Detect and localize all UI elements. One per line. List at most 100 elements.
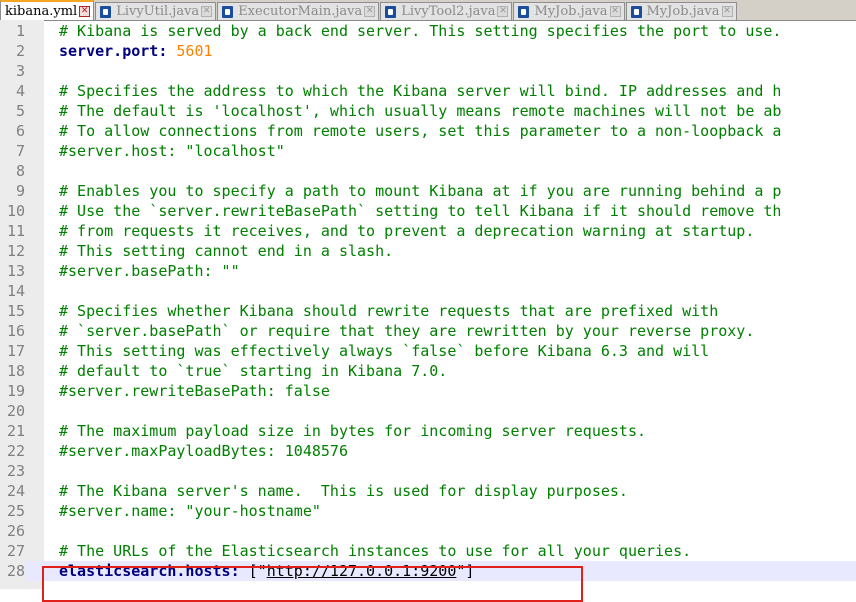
file-icon [222, 5, 234, 18]
token-key: elasticsearch.hosts: [59, 562, 240, 580]
line-number: 9 [15, 182, 25, 200]
code-line[interactable]: 21 # The maximum payload size in bytes fo… [0, 421, 856, 441]
line-number: 25 [6, 502, 25, 520]
code-editor[interactable]: 1 # Kibana is served by a back end server… [0, 20, 856, 602]
tab-livyutil-java[interactable]: LivyUtil.java ✕ [95, 2, 217, 20]
code-text: # default to `true` starting in Kibana 7… [59, 361, 447, 381]
tab-label: LivyUtil.java [116, 4, 200, 19]
code-text: # Use the `server.rewriteBasePath` setti… [59, 201, 781, 221]
line-number: 21 [6, 422, 25, 440]
line-number: 3 [15, 62, 25, 80]
token-comment: # default to `true` starting in Kibana 7… [59, 362, 448, 380]
token-comment: # Specifies whether Kibana should rewrit… [59, 302, 719, 320]
tab-myjob-java[interactable]: MyJob.java ✕ [513, 2, 625, 20]
code-text: # This setting cannot end in a slash. [59, 241, 393, 261]
code-line[interactable]: 15 # Specifies whether Kibana should rewr… [0, 301, 856, 321]
code-text: #server.host: "localhost" [59, 141, 285, 161]
line-number: 12 [6, 242, 25, 260]
tab-livytool2-java[interactable]: LivyTool2.java ✕ [380, 2, 513, 20]
code-line[interactable]: 20 [0, 401, 856, 421]
code-text: server.port: 5601 [59, 41, 213, 61]
line-number: 26 [6, 522, 25, 540]
code-text: # The Kibana server's name. This is used… [59, 481, 628, 501]
token-number: 5601 [176, 42, 213, 60]
code-line[interactable]: 25 #server.name: "your-hostname" [0, 501, 856, 521]
close-icon[interactable]: ✕ [79, 5, 91, 17]
code-line[interactable]: 5 # The default is 'localhost', which usu… [0, 101, 856, 121]
code-text: #server.name: "your-hostname" [59, 501, 321, 521]
code-line[interactable]: 27 # The URLs of the Elasticsearch instan… [0, 541, 856, 561]
token-comment: #server.host: "localhost" [59, 142, 285, 160]
line-number: 11 [6, 222, 25, 240]
code-line[interactable]: 9 # Enables you to specify a path to moun… [0, 181, 856, 201]
close-icon[interactable]: ✕ [497, 6, 509, 17]
line-number: 5 [15, 102, 25, 120]
code-text: # Kibana is served by a back end server.… [59, 21, 781, 41]
token-comment: # The default is 'localhost', which usua… [59, 102, 782, 120]
tab-label: ExecutorMain.java [238, 4, 363, 19]
code-line[interactable]: 8 [0, 161, 856, 181]
line-number: 17 [6, 342, 25, 360]
line-number: 27 [6, 542, 25, 560]
line-number: 4 [15, 82, 25, 100]
code-line[interactable]: 19 #server.rewriteBasePath: false [0, 381, 856, 401]
close-icon[interactable]: ✕ [609, 6, 621, 17]
token-comment: # This setting was effectively always `f… [59, 342, 710, 360]
code-text: #server.basePath: "" [59, 261, 240, 281]
code-line[interactable]: 10 # Use the `server.rewriteBasePath` set… [0, 201, 856, 221]
tab-myjob-java[interactable]: MyJob.java ✕ [625, 2, 737, 20]
tab-label: kibana.yml [5, 3, 78, 19]
code-lines[interactable]: 1 # Kibana is served by a back end server… [0, 21, 856, 581]
code-text: # This setting was effectively always `f… [59, 341, 709, 361]
tab-kibana-yml[interactable]: kibana.yml ✕ [0, 0, 95, 20]
token-comment: # The maximum payload size in bytes for … [59, 422, 646, 440]
token-comment: #server.basePath: "" [59, 262, 240, 280]
code-line[interactable]: 13 #server.basePath: "" [0, 261, 856, 281]
token-comment: # To allow connections from remote users… [59, 122, 782, 140]
code-line[interactable]: 16 # `server.basePath` or require that th… [0, 321, 856, 341]
code-line[interactable]: 4 # Specifies the address to which the Ki… [0, 81, 856, 101]
token-comment: # Specifies the address to which the Kib… [59, 82, 782, 100]
code-line[interactable]: 17 # This setting was effectively always … [0, 341, 856, 361]
token-comment: # from requests it receives, and to prev… [59, 222, 755, 240]
line-number: 2 [15, 42, 25, 60]
line-number: 15 [6, 302, 25, 320]
code-line[interactable]: 11 # from requests it receives, and to pr… [0, 221, 856, 241]
token-key: server.port: [59, 42, 168, 60]
token-comment: # This setting cannot end in a slash. [59, 242, 394, 260]
code-line[interactable]: 1 # Kibana is served by a back end server… [0, 21, 856, 41]
code-line[interactable]: 12 # This setting cannot end in a slash. [0, 241, 856, 261]
code-line[interactable]: 26 [0, 521, 856, 541]
code-line[interactable]: 2 server.port: 5601 [0, 41, 856, 61]
code-text: #server.rewriteBasePath: false [59, 381, 330, 401]
line-number: 23 [6, 462, 25, 480]
line-number: 14 [6, 282, 25, 300]
line-number: 1 [15, 22, 25, 40]
code-line[interactable]: 18 # default to `true` starting in Kibana… [0, 361, 856, 381]
file-icon [100, 5, 112, 18]
code-line[interactable]: 22 #server.maxPayloadBytes: 1048576 [0, 441, 856, 461]
code-line[interactable]: 3 [0, 61, 856, 81]
code-line[interactable]: 23 [0, 461, 856, 481]
code-line[interactable]: 7 #server.host: "localhost" [0, 141, 856, 161]
code-line[interactable]: 24 # The Kibana server's name. This is us… [0, 481, 856, 501]
code-text: # Specifies whether Kibana should rewrit… [59, 301, 718, 321]
line-number: 16 [6, 322, 25, 340]
url-link[interactable]: http://127.0.0.1:9200 [267, 562, 457, 580]
token-comment: #server.name: "your-hostname" [59, 502, 321, 520]
line-number: 20 [6, 402, 25, 420]
current-line[interactable]: 28 elasticsearch.hosts: ["http://127.0.0.… [0, 561, 856, 581]
token-comment: # The Kibana server's name. This is used… [59, 482, 628, 500]
line-number: 6 [15, 122, 25, 140]
token-comment: # `server.basePath` or require that they… [59, 322, 755, 340]
close-icon[interactable]: ✕ [721, 6, 733, 17]
code-line[interactable]: 14 [0, 281, 856, 301]
line-number: 22 [6, 442, 25, 460]
code-text: # Specifies the address to which the Kib… [59, 81, 781, 101]
code-line[interactable]: 6 # To allow connections from remote user… [0, 121, 856, 141]
token-comment: # Kibana is served by a back end server.… [59, 22, 782, 40]
token-comment: # The URLs of the Elasticsearch instance… [59, 542, 692, 560]
close-icon[interactable]: ✕ [364, 6, 376, 17]
tab-executormain-java[interactable]: ExecutorMain.java ✕ [217, 2, 380, 20]
close-icon[interactable]: ✕ [201, 6, 213, 17]
